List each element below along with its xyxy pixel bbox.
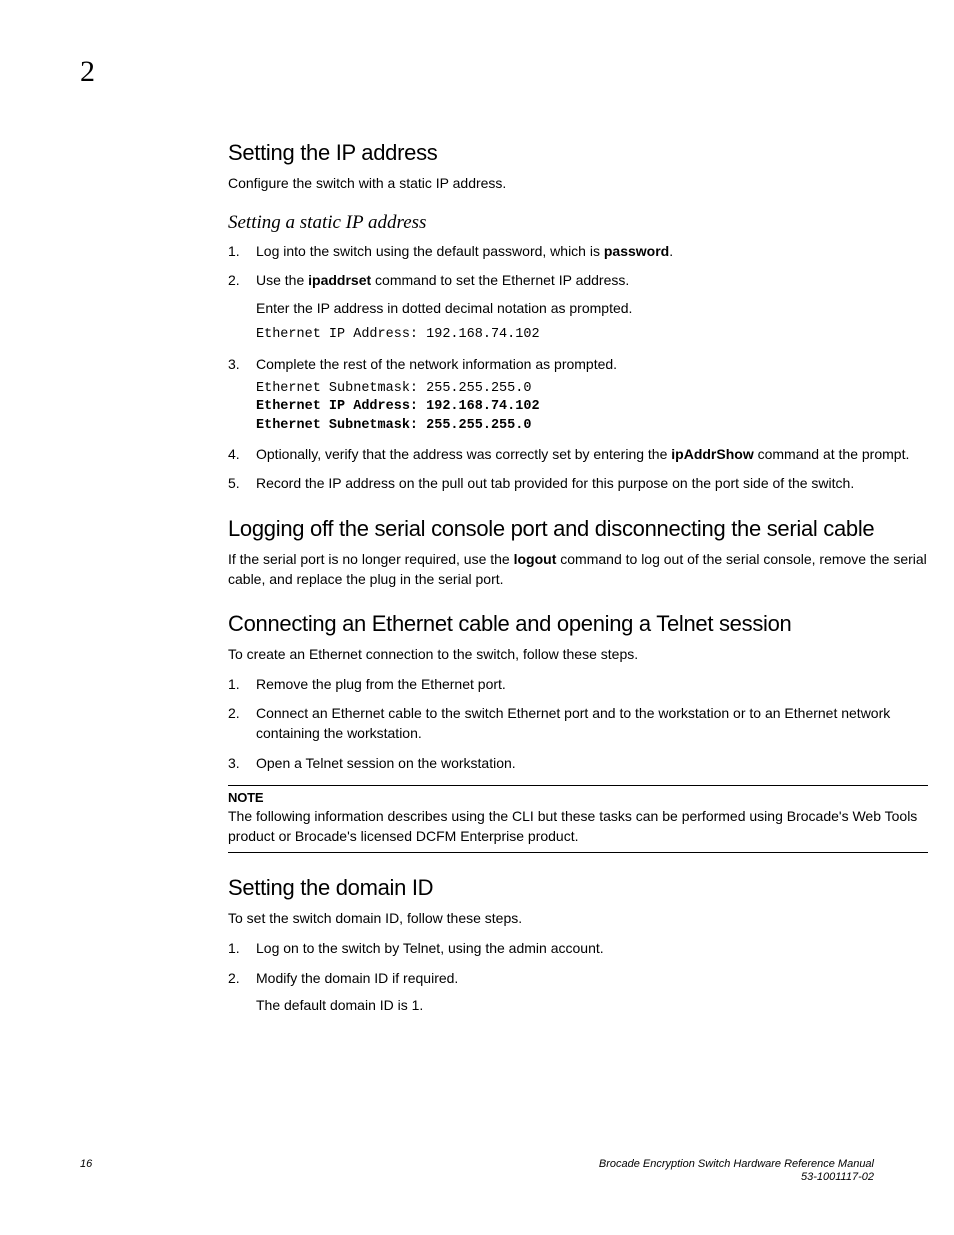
text: Optionally, verify that the address was … xyxy=(256,446,671,462)
list-item: Log on to the switch by Telnet, using th… xyxy=(228,939,928,959)
page-number: 16 xyxy=(80,1158,92,1170)
paragraph: Configure the switch with a static IP ad… xyxy=(228,174,928,194)
main-content: Setting the IP address Configure the swi… xyxy=(228,140,928,1016)
subheading-static-ip: Setting a static IP address xyxy=(228,212,928,234)
list-item: Remove the plug from the Ethernet port. xyxy=(228,675,928,695)
heading-logging-off: Logging off the serial console port and … xyxy=(228,516,928,542)
text: If the serial port is no longer required… xyxy=(228,551,514,567)
bold-text: ipaddrset xyxy=(308,272,371,288)
bold-text: logout xyxy=(514,551,557,567)
text: Record the IP address on the pull out ta… xyxy=(256,475,854,491)
note-body: The following information describes usin… xyxy=(228,807,928,846)
list-item: Optionally, verify that the address was … xyxy=(228,445,928,465)
code-line: Ethernet Subnetmask: 255.255.255.0 xyxy=(256,381,531,396)
divider xyxy=(228,785,928,786)
paragraph: To set the switch domain ID, follow thes… xyxy=(228,909,928,929)
text: Complete the rest of the network informa… xyxy=(256,356,617,372)
code-block: Ethernet Subnetmask: 255.255.255.0 Ether… xyxy=(256,380,928,435)
sub-paragraph: Enter the IP address in dotted decimal n… xyxy=(256,299,928,319)
heading-setting-ip: Setting the IP address xyxy=(228,140,928,166)
divider xyxy=(228,852,928,853)
text: Modify the domain ID if required. xyxy=(256,970,458,986)
list-item: Modify the domain ID if required. The de… xyxy=(228,969,928,1016)
bold-text: ipAddrShow xyxy=(671,446,753,462)
list-item: Record the IP address on the pull out ta… xyxy=(228,474,928,494)
list-item: Connect an Ethernet cable to the switch … xyxy=(228,704,928,743)
code-line-bold: Ethernet Subnetmask: 255.255.255.0 xyxy=(256,418,531,433)
ordered-list-ip: Log into the switch using the default pa… xyxy=(228,242,928,494)
heading-domain-id: Setting the domain ID xyxy=(228,875,928,901)
chapter-number: 2 xyxy=(80,55,95,89)
text: Use the xyxy=(256,272,308,288)
list-item: Open a Telnet session on the workstation… xyxy=(228,754,928,774)
doc-id: 53-1001117-02 xyxy=(801,1171,874,1183)
list-item: Use the ipaddrset command to set the Eth… xyxy=(228,271,928,344)
paragraph: If the serial port is no longer required… xyxy=(228,550,928,589)
list-item: Log into the switch using the default pa… xyxy=(228,242,928,262)
ordered-list-domain: Log on to the switch by Telnet, using th… xyxy=(228,939,928,1016)
doc-title: Brocade Encryption Switch Hardware Refer… xyxy=(599,1158,874,1170)
sub-paragraph: The default domain ID is 1. xyxy=(256,996,928,1016)
text: Log into the switch using the default pa… xyxy=(256,243,604,259)
text: . xyxy=(669,243,673,259)
text: command to set the Ethernet IP address. xyxy=(371,272,629,288)
code-line-bold: Ethernet IP Address: 192.168.74.102 xyxy=(256,399,540,414)
ordered-list-ethernet: Remove the plug from the Ethernet port. … xyxy=(228,675,928,773)
list-item: Complete the rest of the network informa… xyxy=(228,355,928,435)
heading-ethernet: Connecting an Ethernet cable and opening… xyxy=(228,611,928,637)
code-block: Ethernet IP Address: 192.168.74.102 xyxy=(256,326,928,344)
paragraph: To create an Ethernet connection to the … xyxy=(228,645,928,665)
footer: 16 Brocade Encryption Switch Hardware Re… xyxy=(80,1158,874,1186)
doc-info: Brocade Encryption Switch Hardware Refer… xyxy=(599,1158,874,1186)
note-label: NOTE xyxy=(228,790,928,805)
bold-text: password xyxy=(604,243,669,259)
page: 2 Setting the IP address Configure the s… xyxy=(0,0,954,1235)
text: command at the prompt. xyxy=(754,446,910,462)
